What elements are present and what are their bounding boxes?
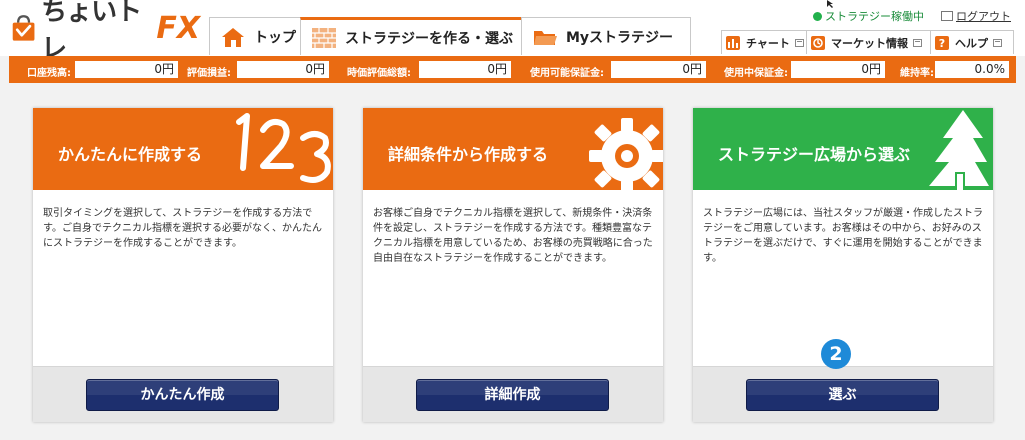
new-window-icon [993,38,1002,47]
market-icon [811,35,825,50]
strategy-status: ストラテジー稼働中 [813,8,924,24]
tab-my-strategy-label: Myストラテジー [566,29,674,46]
status-text: ストラテジー稼働中 [825,10,924,23]
card-easy-create-footer: かんたん作成 [33,366,333,422]
help-button[interactable]: ? ヘルプ [930,30,1014,54]
easy-create-button[interactable]: かんたん作成 [86,379,279,411]
help-button-label: ヘルプ [955,36,988,50]
card-easy-create-title: かんたんに作成する [58,145,203,164]
help-icon: ? [935,35,949,50]
card-strategy-plaza-title: ストラテジー広場から選ぶ [718,145,911,164]
logout-label: ログアウト [956,10,1011,23]
card-detailed-create-footer: 詳細作成 [363,366,663,422]
account-status-bar: 口座残高: 0円 評価損益: 0円 時価評価総額: 0円 使用可能保証金: 0円… [9,56,1016,83]
card-detailed-create-title: 詳細条件から作成する [388,145,549,164]
step-number-badge: 2 [821,339,851,369]
card-detailed-create-header: 詳細条件から作成する [363,108,663,190]
available-margin-label: 使用可能保証金: [530,68,604,79]
market-value-value: 0円 [419,61,511,78]
logout-link[interactable]: ログアウト [941,8,1011,24]
folder-icon [534,30,557,45]
numbers-123-icon [236,113,331,183]
house-icon [222,27,244,47]
card-strategy-plaza-footer: 選ぶ [693,366,993,422]
market-info-button[interactable]: マーケット情報 [806,30,931,54]
tab-top-label: トップ [254,29,296,46]
new-window-icon [913,38,922,47]
tab-my-strategy[interactable]: Myストラテジー [521,17,691,55]
market-info-button-label: マーケット情報 [831,36,908,50]
svg-text:?: ? [939,37,945,50]
card-easy-create: かんたんに作成する 取引タイミングを選択して、ストラテジーを作成する方法です。ご… [33,108,333,422]
header: ちょいトレ FX トップ ストラテジーを作る・選ぶ Myストラテジー ストラテジ… [0,0,1025,64]
tab-create-select-label: ストラテジーを作る・選ぶ [345,30,513,47]
shopping-bag-icon [12,15,35,41]
detailed-create-button[interactable]: 詳細作成 [416,379,609,411]
maintenance-ratio-label: 維持率: [900,68,934,79]
card-detailed-create: 詳細条件から作成する お客様ご自身でテクニカル指標を選択して、新規条件・決済条件… [363,108,663,422]
tab-create-select[interactable]: ストラテジーを作る・選ぶ [300,17,522,55]
chart-icon [726,35,740,50]
logout-icon [941,11,953,21]
tab-top[interactable]: トップ [209,17,301,55]
chart-button-label: チャート [746,36,790,50]
balance-value: 0円 [75,61,178,78]
card-easy-create-description: 取引タイミングを選択して、ストラテジーを作成する方法です。ご自身でテクニカル指標… [43,208,322,249]
brick-wall-icon [312,27,336,48]
card-strategy-plaza: ストラテジー広場から選ぶ ストラテジー広場には、当社スタッフが厳選・作成したスト… [693,108,993,422]
chart-button[interactable]: チャート [721,30,807,54]
tree-icon [929,110,989,190]
card-easy-create-header: かんたんに作成する [33,108,333,190]
maintenance-ratio-value: 0.0% [935,61,1009,78]
pnl-label: 評価損益: [187,68,231,79]
available-margin-value: 0円 [611,61,706,78]
card-strategy-plaza-description: ストラテジー広場には、当社スタッフが厳選・作成したストラテジーをご用意しています… [703,208,983,264]
select-strategy-button[interactable]: 選ぶ [746,379,939,411]
new-window-icon [794,38,804,47]
used-margin-label: 使用中保証金: [724,68,788,79]
logo[interactable]: ちょいトレ FX [10,0,200,64]
gear-icon [589,118,663,190]
balance-label: 口座残高: [27,68,71,79]
pnl-value: 0円 [237,61,329,78]
status-dot-icon [813,11,822,21]
market-value-label: 時価評価総額: [347,68,411,79]
card-detailed-create-description: お客様ご自身でテクニカル指標を選択して、新規条件・決済条件を設定し、ストラテジー… [373,208,653,264]
mouse-cursor-icon [827,0,833,8]
card-strategy-plaza-header: ストラテジー広場から選ぶ [693,108,993,190]
logo-fx: FX [156,10,200,46]
used-margin-value: 0円 [791,61,885,78]
